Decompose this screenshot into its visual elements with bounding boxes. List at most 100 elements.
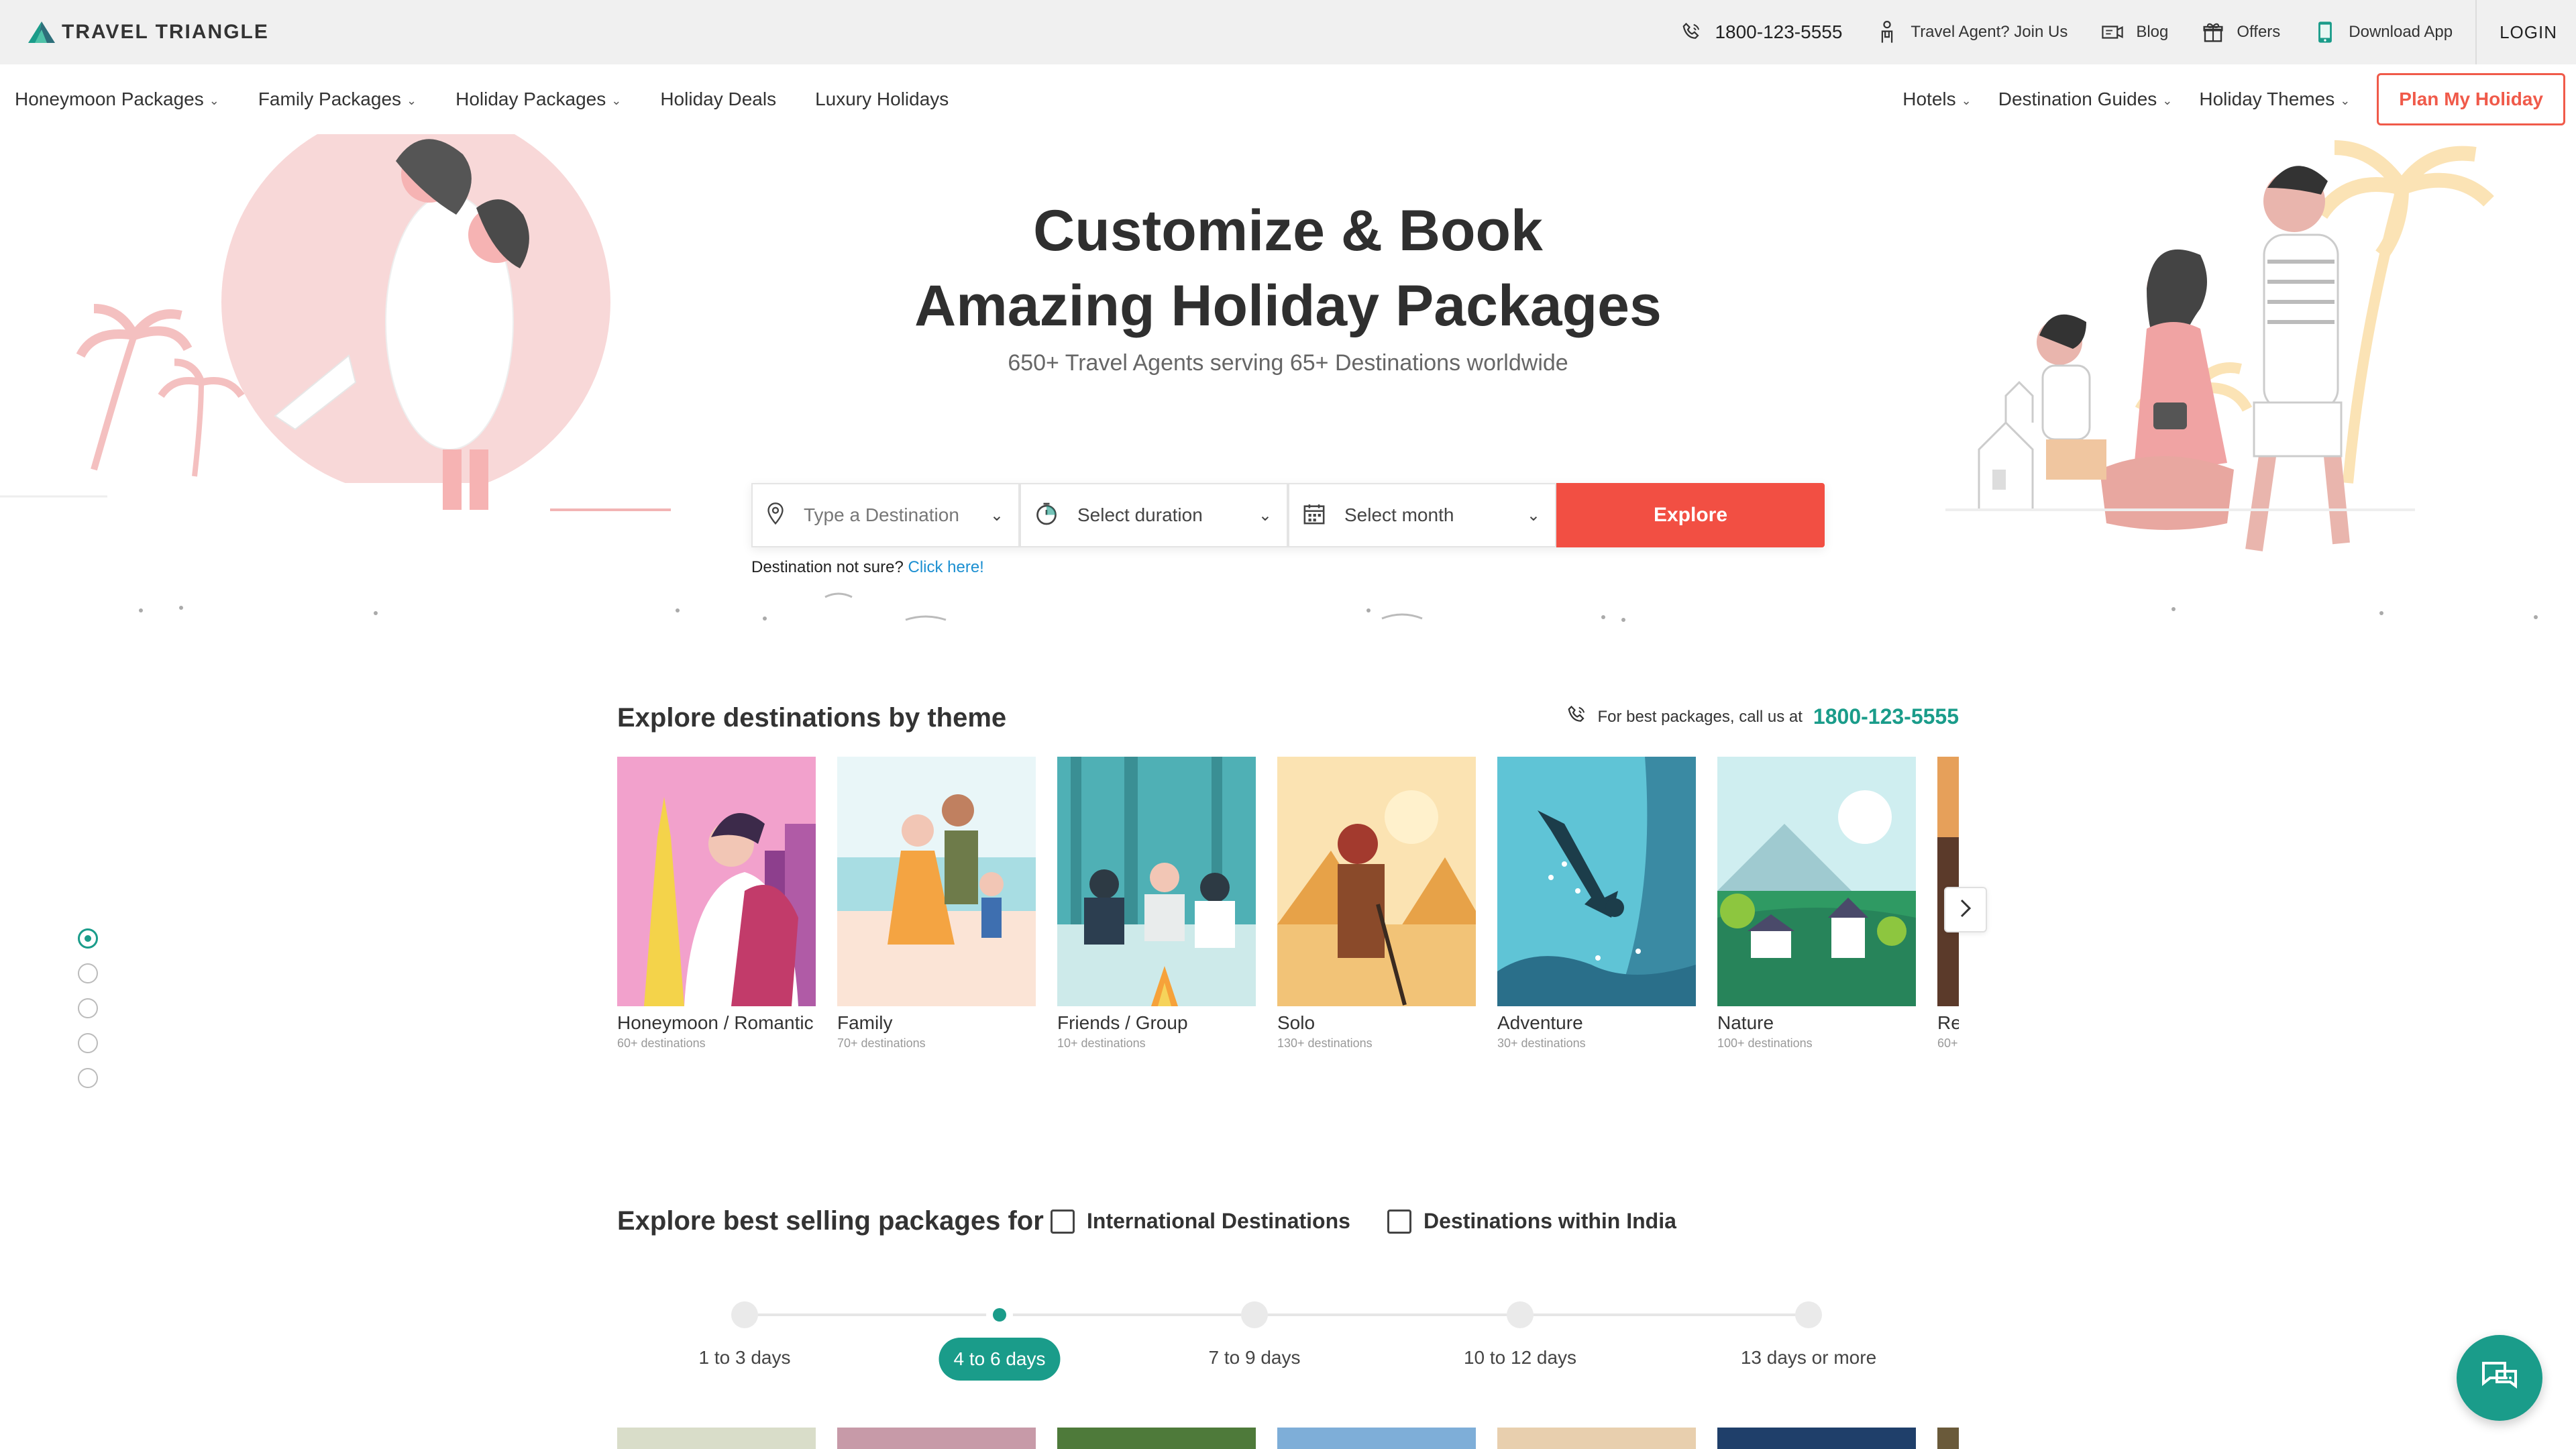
package-thumbnail[interactable]: [1277, 1428, 1476, 1449]
chevron-down-icon: ⌄: [407, 93, 417, 107]
section-dot-3[interactable]: [78, 998, 98, 1018]
chevron-down-icon: ⌄: [989, 506, 1004, 525]
best-selling-title: Explore best selling packages for: [617, 1206, 1044, 1236]
nav-holiday-deals[interactable]: Holiday Deals: [660, 89, 776, 110]
international-option[interactable]: International Destinations: [1051, 1209, 1350, 1234]
nav-label: Holiday Packages: [455, 89, 606, 109]
nav-destination-guides[interactable]: Destination Guides ⌄: [1998, 89, 2173, 110]
site-logo[interactable]: TRAVEL TRIANGLE: [27, 17, 269, 47]
package-thumbnail[interactable]: [1717, 1428, 1916, 1449]
section-dot-2[interactable]: [78, 963, 98, 983]
india-option[interactable]: Destinations within India: [1387, 1209, 1676, 1234]
travel-agent-link[interactable]: Travel Agent? Join Us: [1876, 21, 2068, 44]
search-bar: Type a Destination ⌄ Select duration ⌄ S…: [751, 483, 1825, 547]
download-app-link[interactable]: Download App: [2314, 21, 2453, 44]
hero-subtitle: 650+ Travel Agents serving 65+ Destinati…: [1008, 350, 1568, 376]
destination-field[interactable]: Type a Destination ⌄: [751, 483, 1020, 547]
explore-button[interactable]: Explore: [1556, 483, 1825, 547]
nav-label: Hotels: [1902, 89, 1956, 109]
theme-card-nature[interactable]: Nature 100+ destinations: [1717, 757, 1916, 1051]
nav-right-group: Hotels ⌄ Destination Guides ⌄ Holiday Th…: [1902, 64, 2565, 134]
nav-label: Destination Guides: [1998, 89, 2157, 109]
nav-holiday-packages[interactable]: Holiday Packages ⌄: [455, 89, 621, 110]
destination-not-sure: Destination not sure? Click here!: [751, 558, 984, 577]
plan-my-holiday-button[interactable]: Plan My Holiday: [2377, 73, 2565, 125]
blog-icon: [2101, 21, 2124, 44]
login-link[interactable]: LOGIN: [2500, 22, 2557, 43]
nav-honeymoon-packages[interactable]: Honeymoon Packages ⌄: [15, 89, 219, 110]
chevron-down-icon: ⌄: [1258, 506, 1272, 525]
mobile-icon: [2314, 21, 2337, 44]
nav-family-packages[interactable]: Family Packages ⌄: [258, 89, 417, 110]
destination-input[interactable]: Type a Destination: [804, 504, 959, 526]
package-thumbnail[interactable]: [1497, 1428, 1696, 1449]
duration-dot-5[interactable]: [1795, 1301, 1822, 1328]
theme-name: Nature: [1717, 1012, 1774, 1033]
blog-link[interactable]: Blog: [2101, 21, 2168, 44]
main-navigation: Honeymoon Packages ⌄ Family Packages ⌄ H…: [0, 64, 2576, 134]
theme-card-family[interactable]: Family 70+ destinations: [837, 757, 1036, 1051]
click-here-link[interactable]: Click here!: [908, 558, 983, 576]
theme-card-adventure[interactable]: Adventure 30+ destinations: [1497, 757, 1696, 1051]
nav-hotels[interactable]: Hotels ⌄: [1902, 89, 1971, 110]
calendar-icon: [1303, 502, 1326, 529]
theme-name: Re: [1937, 1012, 1959, 1033]
theme-count: 100+ destinations: [1717, 1036, 1813, 1050]
theme-card-honeymoon[interactable]: Honeymoon / Romantic 60+ destinations: [617, 757, 816, 1051]
duration-dot-2[interactable]: [986, 1301, 1013, 1328]
india-checkbox[interactable]: [1387, 1209, 1411, 1234]
utility-divider: [2475, 0, 2477, 64]
section-dot-5[interactable]: [78, 1068, 98, 1088]
top-utility-bar: TRAVEL TRIANGLE 1800-123-5555 Travel Age…: [0, 0, 2576, 64]
adventure-illustration: [1497, 757, 1696, 1006]
blog-label: Blog: [2136, 23, 2169, 41]
nature-illustration: [1717, 757, 1916, 1006]
month-value: Select month: [1344, 504, 1454, 525]
location-pin-icon: [766, 502, 785, 529]
duration-value: Select duration: [1077, 504, 1203, 525]
not-sure-text: Destination not sure?: [751, 558, 904, 576]
section-dot-4[interactable]: [78, 1033, 98, 1053]
package-thumbnails-row: [617, 1428, 1959, 1449]
logo-text: TRAVEL TRIANGLE: [62, 21, 269, 43]
duration-tab-1-3[interactable]: 1 to 3 days: [699, 1347, 791, 1368]
theme-count: 60+: [1937, 1036, 1958, 1050]
duration-dot-1[interactable]: [731, 1301, 758, 1328]
phone-icon: [1680, 21, 1703, 44]
theme-card-friends-group[interactable]: Friends / Group 10+ destinations: [1057, 757, 1256, 1051]
duration-dot-4[interactable]: [1507, 1301, 1534, 1328]
theme-name: Solo: [1277, 1012, 1316, 1033]
package-thumbnail[interactable]: [617, 1428, 816, 1449]
international-checkbox[interactable]: [1051, 1209, 1075, 1234]
nav-holiday-themes[interactable]: Holiday Themes ⌄: [2199, 89, 2350, 110]
theme-carousel: Honeymoon / Romantic 60+ destinations Fa…: [617, 757, 1959, 1052]
phone-link[interactable]: 1800-123-5555: [1680, 21, 1842, 44]
duration-select[interactable]: Select duration ⌄: [1020, 483, 1288, 547]
package-thumbnail[interactable]: [1057, 1428, 1256, 1449]
chat-icon: [2478, 1358, 2521, 1399]
nav-luxury-holidays[interactable]: Luxury Holidays: [815, 89, 949, 110]
package-thumbnail[interactable]: [1937, 1428, 1959, 1449]
friends-group-illustration: [1057, 757, 1256, 1006]
theme-card-solo[interactable]: Solo 130+ destinations: [1277, 757, 1476, 1051]
month-select[interactable]: Select month ⌄: [1288, 483, 1556, 547]
theme-count: 60+ destinations: [617, 1036, 706, 1050]
download-label: Download App: [2349, 23, 2453, 41]
duration-tab-10-12[interactable]: 10 to 12 days: [1464, 1347, 1576, 1368]
package-thumbnail[interactable]: [837, 1428, 1036, 1449]
chevron-down-icon: ⌄: [2162, 93, 2173, 107]
chat-button[interactable]: [2457, 1335, 2542, 1421]
duration-dot-3[interactable]: [1241, 1301, 1268, 1328]
section-dot-1[interactable]: [78, 928, 98, 949]
theme-name: Adventure: [1497, 1012, 1583, 1033]
call-us-number[interactable]: 1800-123-5555: [1813, 704, 1959, 729]
duration-tab-7-9[interactable]: 7 to 9 days: [1209, 1347, 1301, 1368]
offers-link[interactable]: Offers: [2202, 21, 2280, 44]
carousel-next-button[interactable]: [1944, 887, 1987, 932]
nav-label: Holiday Deals: [660, 89, 777, 109]
duration-tab-13-plus[interactable]: 13 days or more: [1741, 1347, 1876, 1368]
hero-title: Customize & Book Amazing Holiday Package…: [0, 193, 2576, 343]
duration-tab-4-6[interactable]: 4 to 6 days: [938, 1338, 1061, 1381]
timer-icon: [1034, 502, 1059, 529]
chevron-down-icon: ⌄: [611, 93, 622, 107]
